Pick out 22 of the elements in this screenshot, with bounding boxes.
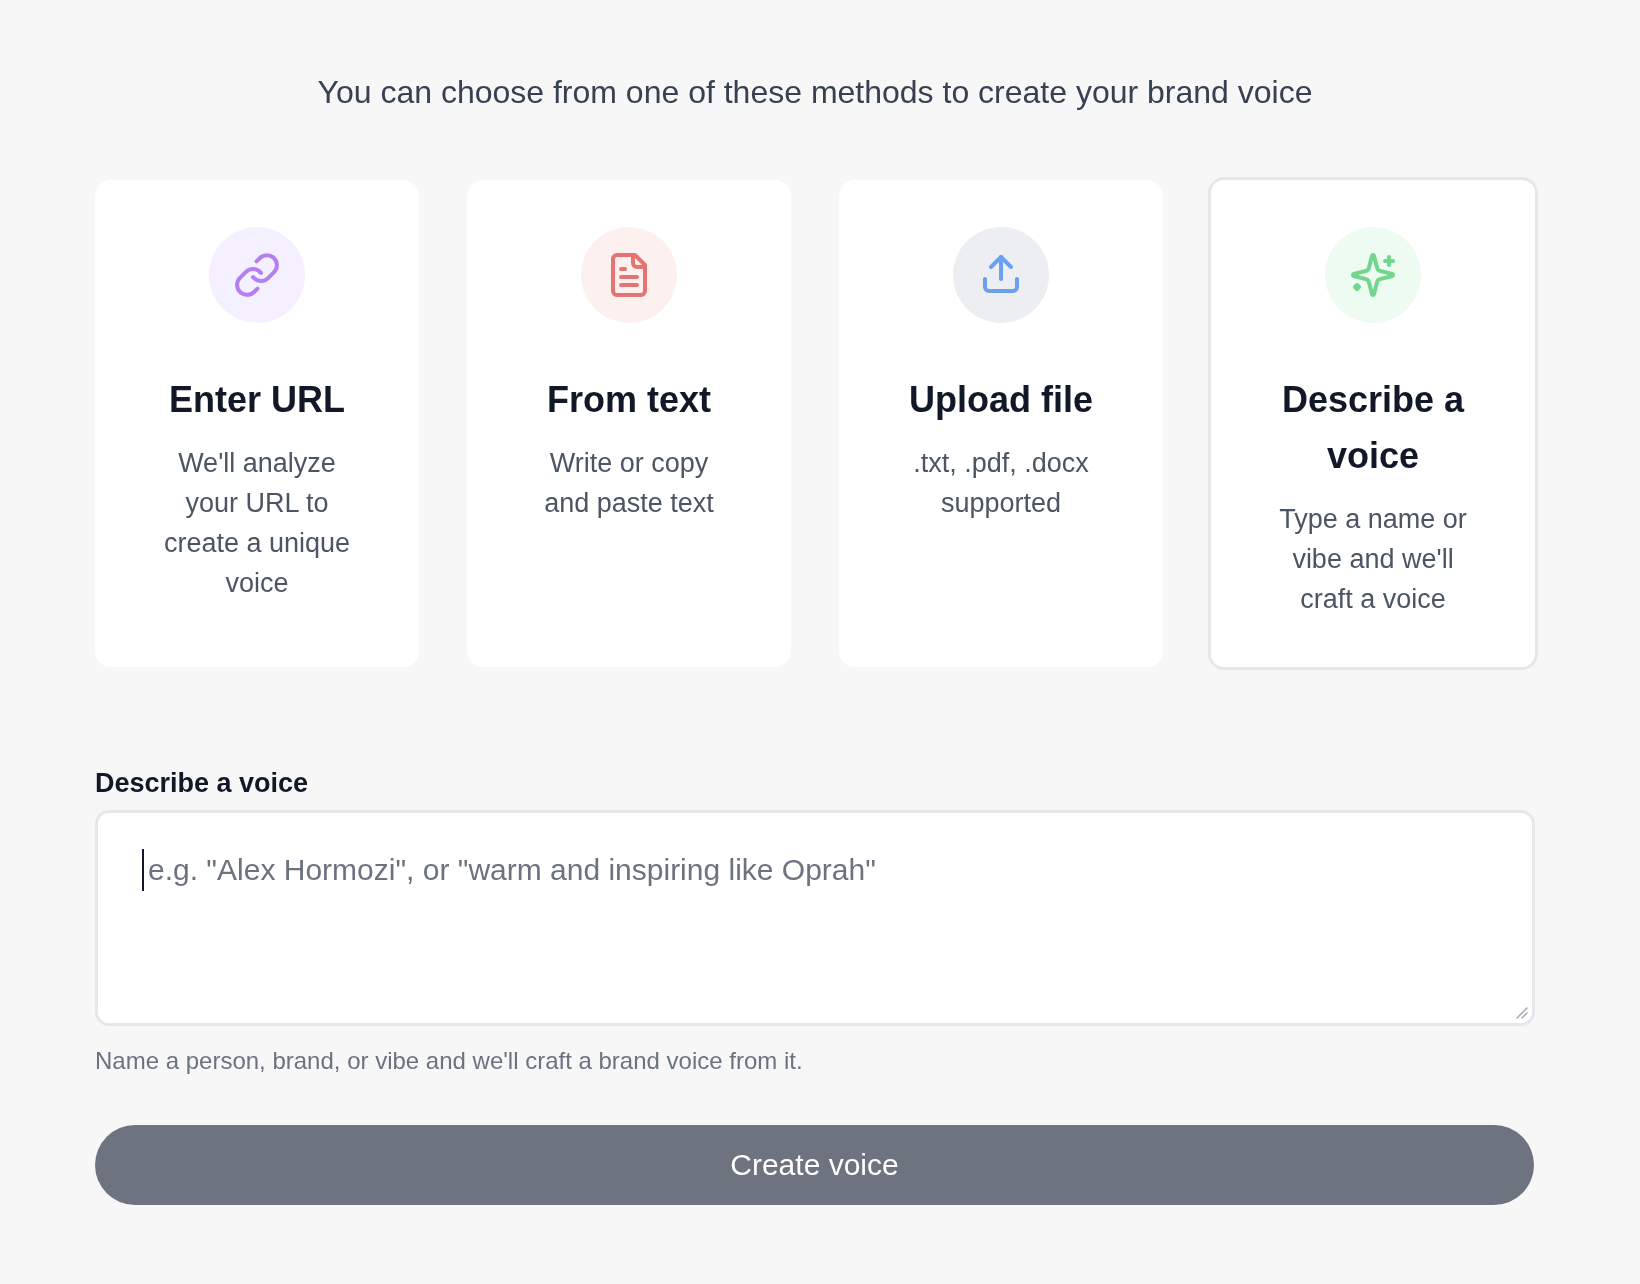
method-title: Upload file: [909, 378, 1093, 422]
resize-grip-icon[interactable]: [1516, 1007, 1528, 1019]
sparkle-icon: [1325, 227, 1421, 323]
method-title: Describe a voice: [1280, 378, 1466, 478]
method-title: Enter URL: [169, 378, 345, 422]
method-card[interactable]: Enter URL We'll analyze your URL to create a unique voice: [95, 180, 419, 667]
hint-text: Name a person, brand, or vibe and we'll craft a brand voice from it.: [95, 1046, 804, 1076]
upload-icon: [953, 227, 1049, 323]
method-description: We'll analyze your URL to create a unique voice: [162, 447, 352, 600]
description-field[interactable]: e.g. "Alex Hormozi", or "warm and inspiring like Oprah": [95, 810, 1535, 1026]
method-description: .txt, .pdf, .docx supported: [912, 447, 1090, 520]
link-icon: [209, 227, 305, 323]
method-card[interactable]: From text Write or copy and paste text: [467, 180, 791, 667]
method-title: From text: [547, 378, 711, 422]
method-card[interactable]: Upload file .txt, .pdf, .docx supported: [839, 180, 1163, 667]
method-description: Write or copy and paste text: [543, 447, 715, 520]
method-card[interactable]: Describe a voice Type a name or vibe and we'll craft a voice: [1208, 177, 1538, 670]
page-heading: You can choose from one of these methods to create your brand voice: [316, 73, 1314, 112]
field-label: Describe a voice: [95, 767, 309, 799]
document-icon: [581, 227, 677, 323]
text-cursor: [142, 849, 144, 891]
method-description: Type a name or vibe and we'll craft a voice: [1278, 503, 1468, 616]
